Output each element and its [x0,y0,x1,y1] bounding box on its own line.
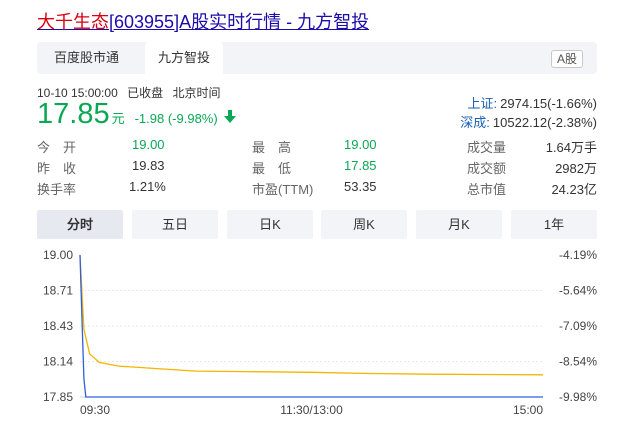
stats-grid: 今 开 19.00 最 高 19.00 成交量 1.64万手 昨 收 19.83… [37,137,597,197]
pct-tick-label: -9.98% [559,390,597,404]
amount-value: 2982万 [555,161,597,176]
market-cap-label: 总市值 [467,182,507,197]
high-value: 19.00 [344,137,377,152]
market-badge: A股 [550,50,583,68]
y-tick-label: 17.85 [43,390,73,404]
source-tabbar: 百度股市通 九方智投 A股 [37,42,597,74]
arrow-down-icon [223,110,236,129]
low-label: 最 低 [252,161,292,176]
pct-tick-label: -8.54% [559,355,597,369]
y-tick-label: 19.00 [43,248,73,262]
period-tabs: 分时 五日 日K 周K 月K 1年 [37,210,597,240]
pe-label: 市盈(TTM) [252,182,314,197]
prev-close-label: 昨 收 [37,161,77,176]
volume-label: 成交量 [467,140,507,155]
turnover-label: 换手率 [37,182,77,197]
pct-tick-label: -4.19% [559,248,597,262]
average-price-line [79,254,544,376]
x-tick-label: 09:30 [80,403,110,417]
x-tick-label: 15:00 [513,403,543,417]
y-tick-label: 18.43 [43,319,73,333]
index-value: 2974.15(-1.66%) [500,96,597,111]
prev-close-value: 19.83 [132,158,165,173]
tab-weekly-k[interactable]: 周K [321,210,407,239]
volume-value: 1.64万手 [545,140,597,155]
tab-monthly-k[interactable]: 月K [416,210,502,239]
tab-jiufang[interactable]: 九方智投 [145,42,224,74]
page-title[interactable]: 大千生态[603955]A股实时行情 - 九方智投 [37,8,369,34]
open-value: 19.00 [132,137,165,152]
intraday-chart[interactable]: 19.00 -4.19% 18.71 -5.64% 18.43 -7.09% 18.14 -8… [0,245,626,430]
tab-five-day[interactable]: 五日 [132,210,218,239]
pe-value: 53.35 [344,179,377,194]
price-change: -1.98 (-9.98%) [134,111,218,126]
turnover-value: 1.21% [129,179,166,194]
y-tick-label: 18.71 [43,284,73,298]
open-label: 今 开 [37,140,77,155]
tab-intraday[interactable]: 分时 [37,210,123,239]
y-tick-label: 18.14 [43,355,73,369]
x-tick-label: 11:30/13:00 [280,403,343,417]
index-value: 10522.12(-2.38%) [492,115,597,130]
high-label: 最 高 [252,140,292,155]
price-row: 17.85 元 -1.98 (-9.98%) [37,98,236,131]
pct-tick-label: -7.09% [559,319,597,333]
index-shanghai[interactable]: 上证: 2974.15(-1.66%) [468,93,597,112]
pct-tick-label: -5.64% [559,284,597,298]
price-unit: 元 [111,111,125,126]
title-rest[interactable]: [603955]A股实时行情 - 九方智投 [109,12,369,32]
stock-name[interactable]: 大千生态 [37,12,109,32]
tab-daily-k[interactable]: 日K [227,210,313,239]
amount-label: 成交额 [467,161,507,176]
current-price: 17.85 [37,98,110,130]
index-shenzhen[interactable]: 深成: 10522.12(-2.38%) [460,112,597,131]
index-name: 深成: [460,115,490,130]
tab-one-year[interactable]: 1年 [511,210,597,239]
index-name: 上证: [467,96,498,111]
market-cap-value: 24.23亿 [551,182,597,197]
tab-baidu-stock[interactable]: 百度股市通 [41,42,132,74]
low-value: 17.85 [344,158,377,173]
